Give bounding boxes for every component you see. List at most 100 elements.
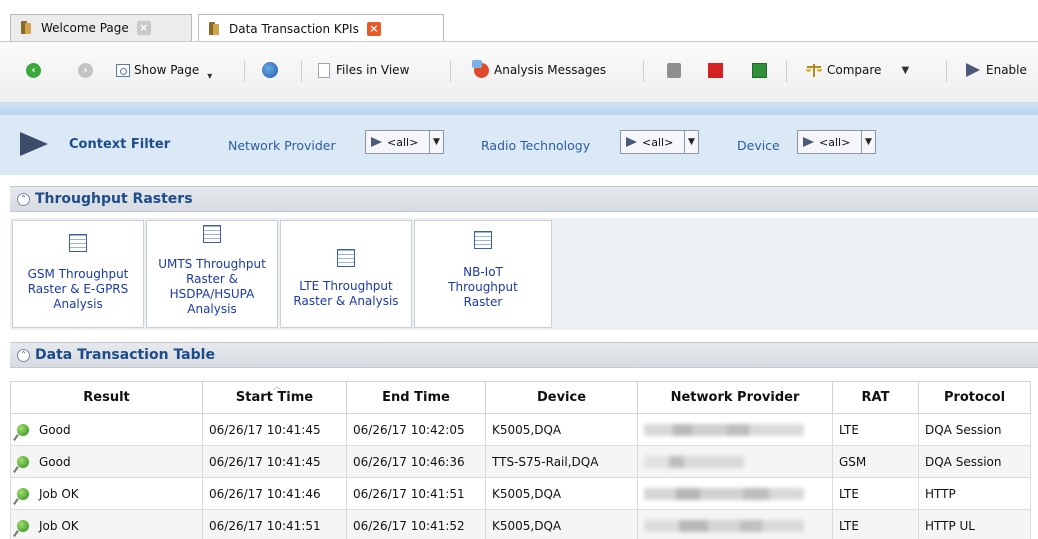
column-header-protocol[interactable]: Protocol — [918, 381, 1031, 414]
redacted-value — [644, 456, 744, 468]
filter-value[interactable]: <all> — [797, 130, 862, 154]
close-icon[interactable]: × — [366, 21, 381, 36]
rat-cell: LTE — [832, 477, 919, 510]
result-cell: Job OK — [10, 509, 203, 539]
column-header-network-provider[interactable]: Network Provider — [637, 381, 833, 414]
network-provider-cell — [637, 509, 833, 539]
toolbar-separator — [301, 60, 302, 82]
device-cell: K5005,DQA — [485, 509, 638, 539]
table-row[interactable]: Job OK 06/26/17 10:41:51 06/26/17 10:41:… — [10, 509, 1031, 539]
network-provider-filter[interactable]: <all> ▼ — [365, 130, 444, 154]
tile-label-line: Analysis — [53, 297, 103, 311]
tile-label-line: Raster & Analysis — [293, 294, 399, 308]
table-row[interactable]: Good 06/26/17 10:41:45 06/26/17 10:42:05… — [10, 413, 1031, 446]
enable-button[interactable]: Enable — [966, 58, 1027, 82]
chevron-down-icon[interactable]: ▼ — [685, 130, 699, 154]
start-time-cell: 06/26/17 10:41:45 — [202, 445, 347, 478]
toolbar-separator — [450, 60, 451, 82]
grid-icon — [474, 231, 492, 249]
funnel-icon — [371, 137, 382, 147]
funnel-icon — [803, 137, 814, 147]
globe-icon — [262, 62, 278, 78]
analysis-messages-label: Analysis Messages — [494, 63, 607, 77]
throughput-rasters-header[interactable]: ⌃ Throughput Rasters — [10, 186, 1038, 212]
back-arrow-icon: ‹ — [26, 62, 41, 78]
start-time-cell: 06/26/17 10:41:46 — [202, 477, 347, 510]
show-page-label: Show Page — [134, 63, 200, 77]
binoculars-icon — [19, 20, 33, 36]
book-icon — [667, 62, 681, 78]
tile-label-line: Analysis — [187, 302, 237, 316]
magnifier-page-icon — [116, 63, 130, 77]
chevron-down-icon[interactable]: ▾ — [207, 71, 212, 82]
device-label: Device — [737, 138, 780, 153]
radio-technology-filter[interactable]: <all> ▼ — [620, 130, 699, 154]
table-row[interactable]: Job OK 06/26/17 10:41:46 06/26/17 10:41:… — [10, 477, 1031, 510]
tile-label: NB-IoT Throughput Raster — [417, 265, 549, 310]
forward-button[interactable]: › — [78, 58, 93, 82]
back-button[interactable]: ‹ — [26, 58, 41, 82]
column-header-result[interactable]: Result — [10, 381, 203, 414]
tile-nbiot-throughput[interactable]: NB-IoT Throughput Raster — [414, 220, 552, 328]
protocol-cell: HTTP — [918, 477, 1031, 510]
grid-icon — [69, 234, 87, 252]
context-filter-title: Context Filter — [69, 137, 171, 152]
tile-lte-throughput[interactable]: LTE Throughput Raster & Analysis — [280, 220, 412, 328]
excel-export-button[interactable] — [752, 58, 767, 82]
error-message-icon — [472, 59, 489, 78]
header-divider — [0, 103, 1038, 115]
toolbar-separator — [244, 60, 245, 82]
sort-indicator-icon: ︿ — [273, 382, 281, 391]
network-provider-label: Network Provider — [228, 138, 336, 153]
tile-gsm-throughput[interactable]: GSM Throughput Raster & E-GPRS Analysis — [12, 220, 144, 328]
data-transaction-table: Result Start Time End Time Device Networ… — [10, 381, 1038, 539]
close-icon[interactable]: × — [136, 21, 151, 35]
result-pin-icon — [17, 456, 29, 468]
funnel-icon — [966, 63, 980, 77]
filter-value[interactable]: <all> — [620, 130, 685, 154]
grid-icon — [203, 225, 221, 243]
tab-welcome-page[interactable]: Welcome Page × — [10, 14, 192, 41]
start-time-cell: 06/26/17 10:41:51 — [202, 509, 347, 539]
redacted-value — [644, 488, 804, 500]
network-provider-cell — [637, 477, 833, 510]
chevron-down-icon[interactable]: ▼ — [901, 65, 909, 76]
files-in-view-button[interactable]: Files in View — [318, 58, 409, 82]
result-cell: Job OK — [10, 477, 203, 510]
chevron-down-icon[interactable]: ▼ — [430, 130, 444, 154]
collapse-icon[interactable]: ⌃ — [17, 348, 30, 362]
column-header-rat[interactable]: RAT — [832, 381, 919, 414]
funnel-icon — [20, 132, 48, 156]
result-pin-icon — [17, 520, 29, 532]
result-pin-icon — [17, 424, 29, 436]
device-filter[interactable]: <all> ▼ — [797, 130, 876, 154]
tile-umts-throughput[interactable]: UMTS Throughput Raster & HSDPA/HSUPA Ana… — [146, 220, 278, 328]
data-transaction-table-header[interactable]: ⌃ Data Transaction Table — [10, 342, 1038, 368]
chevron-down-icon[interactable]: ▼ — [862, 130, 876, 154]
tile-label-line: Raster & E-GPRS — [27, 282, 129, 296]
enable-label: Enable — [986, 63, 1027, 77]
tab-data-transaction-kpis[interactable]: Data Transaction KPIs × — [198, 14, 444, 42]
network-provider-cell — [637, 445, 833, 478]
funnel-icon — [626, 137, 637, 147]
rat-cell: LTE — [832, 413, 919, 446]
tile-label-line: Raster — [463, 295, 503, 309]
show-page-button[interactable]: Show Page ▾ — [116, 58, 212, 82]
column-header-device[interactable]: Device — [485, 381, 638, 414]
report-button[interactable] — [667, 58, 681, 82]
compare-button[interactable]: Compare ▼ — [806, 58, 909, 82]
pdf-export-button[interactable] — [708, 58, 723, 82]
column-header-end-time[interactable]: End Time — [346, 381, 486, 414]
analysis-messages-button[interactable]: Analysis Messages — [472, 58, 607, 82]
result-cell: Good — [10, 413, 203, 446]
context-filter-bar: Context Filter Network Provider <all> ▼ … — [0, 115, 1038, 175]
collapse-icon[interactable]: ⌃ — [17, 192, 30, 206]
protocol-cell: DQA Session — [918, 445, 1031, 478]
rat-cell: GSM — [832, 445, 919, 478]
filter-value[interactable]: <all> — [365, 130, 430, 154]
tile-label-line: Throughput — [448, 280, 518, 294]
tile-label: GSM Throughput Raster & E-GPRS Analysis — [15, 267, 141, 312]
tile-label-line: Raster & — [186, 272, 238, 286]
table-row[interactable]: Good 06/26/17 10:41:45 06/26/17 10:46:36… — [10, 445, 1031, 478]
globe-button[interactable] — [262, 58, 278, 82]
